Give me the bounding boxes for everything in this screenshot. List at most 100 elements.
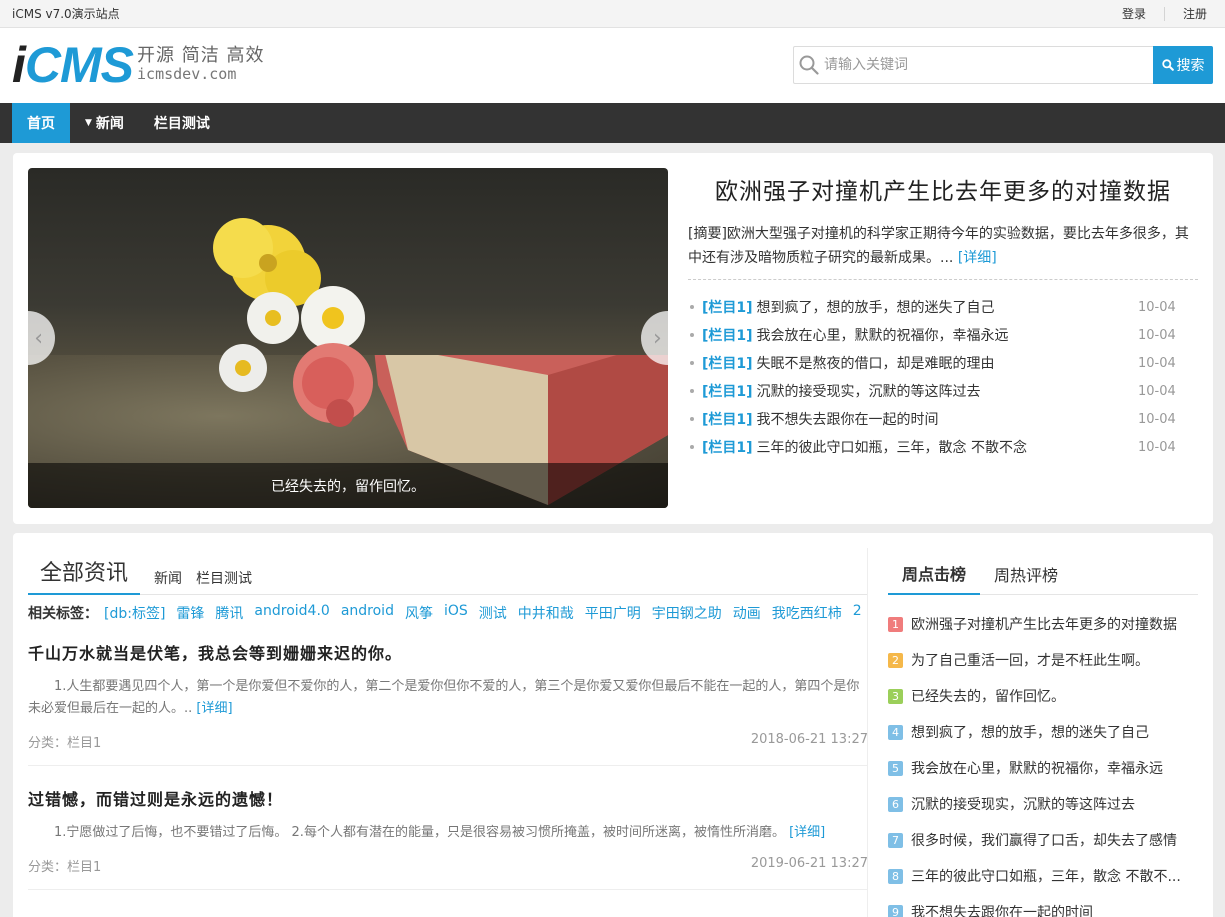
- ranking-item[interactable]: 6 沉默的接受现实，沉默的等这阵过去: [888, 786, 1198, 822]
- article-category: 分类：栏目1: [28, 860, 102, 875]
- search-button[interactable]: 搜索: [1153, 46, 1213, 84]
- article-date: 2018-06-21 13:27: [750, 732, 868, 747]
- article-more-link[interactable]: [详细]: [196, 701, 232, 716]
- featured-summary: [摘要]欧洲大型强子对撞机的科学家正期待今年的实验数据，要比去年多很多，其中还有…: [688, 226, 1189, 266]
- ranking-item[interactable]: 3 已经失去的，留作回忆。: [888, 678, 1198, 714]
- rank-badge: 7: [888, 832, 903, 848]
- tag-link[interactable]: iOS: [444, 603, 468, 623]
- tag-link[interactable]: android4.0: [254, 603, 329, 623]
- tag-link[interactable]: android: [341, 603, 394, 623]
- search-input[interactable]: [824, 47, 1153, 83]
- header: iCMS 开源 简洁 高效 icmsdev.com 搜索: [0, 28, 1225, 103]
- top-bar: iCMS v7.0演示站点 登录 注册: [0, 0, 1225, 28]
- article-more-link[interactable]: [详细]: [789, 825, 825, 840]
- caret-down-icon: ▼: [85, 118, 92, 128]
- rank-badge: 4: [888, 724, 903, 740]
- featured-title[interactable]: 欧洲强子对撞机产生比去年更多的对撞数据: [688, 172, 1198, 206]
- rank-badge: 5: [888, 760, 903, 776]
- news-panel: 全部资讯 新闻 栏目测试 相关标签： [db:标签] 雷锋 腾讯 android…: [13, 533, 1213, 917]
- bullet-icon: [690, 445, 694, 449]
- bullet-icon: [690, 417, 694, 421]
- tag-link[interactable]: 雷锋: [176, 603, 204, 623]
- ranking-panel: 周点击榜 周热评榜 1 欧洲强子对撞机产生比去年更多的对撞数据 2 为了自己重活一回…: [888, 548, 1198, 917]
- tag-link[interactable]: 我吃西红柿: [772, 603, 842, 623]
- article-category: 分类：栏目1: [28, 736, 102, 751]
- slide-caption[interactable]: 已经失去的，留作回忆。: [28, 463, 668, 508]
- article-title[interactable]: 过错憾，而错过则是永远的遗憾！: [28, 786, 868, 810]
- rank-badge: 6: [888, 796, 903, 812]
- chevron-left-icon: ‹: [34, 325, 43, 351]
- tag-link[interactable]: 平田广明: [585, 603, 641, 623]
- ranking-item[interactable]: 1 欧洲强子对撞机产生比去年更多的对撞数据: [888, 606, 1198, 642]
- login-link[interactable]: 登录: [1104, 5, 1164, 22]
- domain-text: icmsdev.com: [137, 65, 237, 83]
- divider: [688, 279, 1198, 280]
- ranking-tabs: 周点击榜 周热评榜: [888, 548, 1198, 595]
- logo-mark: iCMS: [12, 37, 134, 93]
- search-box: 搜索: [793, 46, 1213, 84]
- tag-link[interactable]: 腾讯: [215, 603, 243, 623]
- tag-link[interactable]: 中井和哉: [518, 603, 574, 623]
- bullet-icon: [690, 361, 694, 365]
- related-tags: 相关标签： [db:标签] 雷锋 腾讯 android4.0 android 风…: [28, 603, 868, 623]
- tag-link[interactable]: 风筝: [405, 603, 433, 623]
- tags-label: 相关标签：: [28, 606, 98, 622]
- tag-link[interactable]: 测试: [479, 603, 507, 623]
- article-title[interactable]: 千山万水就当是伏笔，我总会等到姗姗来迟的你。: [28, 640, 868, 664]
- tag-link[interactable]: 2: [853, 603, 862, 623]
- ranking-item[interactable]: 5 我会放在心里，默默的祝福你，幸福永远: [888, 750, 1198, 786]
- list-item[interactable]: [栏目1] 沉默的接受现实，沉默的等这阵过去 10-04: [688, 377, 1198, 405]
- bullet-icon: [690, 389, 694, 393]
- tag-link[interactable]: 宇田钢之助: [652, 603, 722, 623]
- account-links: 登录 注册: [1104, 5, 1211, 22]
- ranking-item[interactable]: 4 想到疯了，想的放手，想的迷失了自己: [888, 714, 1198, 750]
- chevron-right-icon: ›: [653, 325, 662, 351]
- article-date: 2019-06-21 13:27: [750, 856, 868, 871]
- ranking-item[interactable]: 7 很多时候，我们赢得了口舌，却失去了感情: [888, 822, 1198, 858]
- list-item[interactable]: [栏目1] 我会放在心里，默默的祝福你，幸福永远 10-04: [688, 321, 1198, 349]
- logo[interactable]: iCMS 开源 简洁 高效 icmsdev.com: [12, 37, 265, 93]
- divider: [867, 548, 868, 917]
- list-item[interactable]: [栏目1] 失眠不是熬夜的借口，却是难眠的理由 10-04: [688, 349, 1198, 377]
- article-meta: 分类：栏目1 2019-06-21 13:27: [28, 856, 868, 875]
- ranking-item[interactable]: 2 为了自己重活一回，才是不枉此生啊。: [888, 642, 1198, 678]
- article-description: 1.宁愿做过了后悔，也不要错过了后悔。 2.每个人都有潜在的能量，只是很容易被习…: [54, 825, 826, 840]
- flowers-illustration: [213, 218, 373, 427]
- register-link[interactable]: 注册: [1165, 5, 1211, 22]
- list-item[interactable]: [栏目1] 我不想失去跟你在一起的时间 10-04: [688, 405, 1198, 433]
- news-main: 全部资讯 新闻 栏目测试 相关标签： [db:标签] 雷锋 腾讯 android…: [28, 548, 868, 890]
- featured-article: 欧洲强子对撞机产生比去年更多的对撞数据 [摘要]欧洲大型强子对撞机的科学家正期待…: [688, 168, 1198, 461]
- nav-item-column-test[interactable]: 栏目测试: [139, 103, 225, 143]
- ranking-item[interactable]: 8 三年的彼此守口如瓶，三年，散念 不散不...: [888, 858, 1198, 894]
- tab-weekly-clicks[interactable]: 周点击榜: [888, 561, 981, 595]
- rank-badge: 9: [888, 904, 903, 917]
- rank-badge: 8: [888, 868, 903, 884]
- search-button-label: 搜索: [1176, 58, 1205, 74]
- list-item[interactable]: [栏目1] 想到疯了，想的放手，想的迷失了自己 10-04: [688, 293, 1198, 321]
- news-tabs: 全部资讯 新闻 栏目测试: [28, 548, 868, 595]
- featured-more-link[interactable]: [详细]: [958, 250, 997, 266]
- main-nav: 首页 ▼ 新闻 栏目测试: [0, 103, 1225, 143]
- bullet-icon: [690, 305, 694, 309]
- article-item: 千山万水就当是伏笔，我总会等到姗姗来迟的你。 1.人生都要遇见四个人，第一个是你…: [28, 640, 868, 766]
- tab-column-test[interactable]: 栏目测试: [196, 568, 252, 594]
- search-icon: [794, 47, 824, 83]
- search-button-icon: [1161, 59, 1174, 71]
- featured-list: [栏目1] 想到疯了，想的放手，想的迷失了自己 10-04 [栏目1] 我会放在心里，…: [688, 293, 1198, 461]
- tab-weekly-comments[interactable]: 周热评榜: [980, 562, 1072, 594]
- tab-news[interactable]: 新闻: [154, 568, 182, 594]
- tag-link[interactable]: 动画: [733, 603, 761, 623]
- article-item: 过错憾，而错过则是永远的遗憾！ 1.宁愿做过了后悔，也不要错过了后悔。 2.每个…: [28, 786, 868, 890]
- tag-link[interactable]: [db:标签]: [104, 603, 165, 623]
- nav-item-news[interactable]: ▼ 新闻: [70, 103, 139, 143]
- slogan-text: 开源 简洁 高效: [137, 45, 265, 66]
- rank-badge: 2: [888, 652, 903, 668]
- list-item[interactable]: [栏目1] 三年的彼此守口如瓶，三年，散念 不散不念 10-04: [688, 433, 1198, 461]
- logo-slogan: 开源 简洁 高效 icmsdev.com: [137, 45, 265, 84]
- ranking-list: 1 欧洲强子对撞机产生比去年更多的对撞数据 2 为了自己重活一回，才是不枉此生啊。 …: [888, 606, 1198, 917]
- ranking-item[interactable]: 9 我不想失去跟你在一起的时间: [888, 894, 1198, 917]
- nav-item-home[interactable]: 首页: [12, 103, 70, 143]
- image-slider[interactable]: ‹ › 已经失去的，留作回忆。: [28, 168, 668, 508]
- rank-badge: 3: [888, 688, 903, 704]
- tab-all-news[interactable]: 全部资讯: [28, 555, 141, 595]
